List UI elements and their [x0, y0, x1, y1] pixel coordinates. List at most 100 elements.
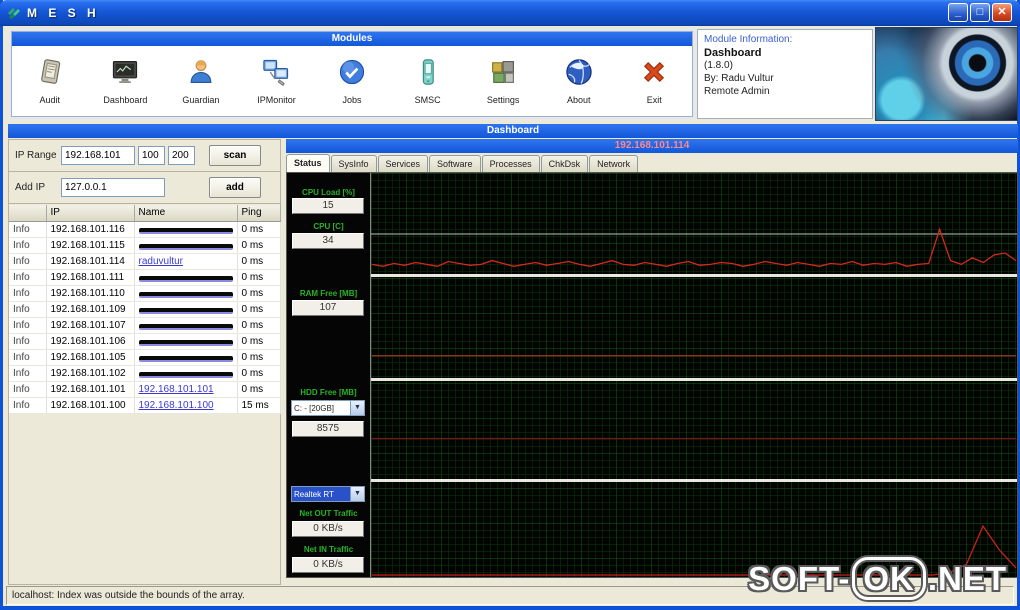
- chevron-down-icon[interactable]: ▼: [350, 487, 364, 501]
- module-info-header: Module Information:: [704, 34, 793, 45]
- module-item-label: IPMonitor: [257, 95, 296, 105]
- table-row: Info 192.168.101.107 0 ms: [9, 317, 281, 334]
- module-item-ipmonitor[interactable]: IPMonitor: [239, 46, 315, 116]
- module-item-settings[interactable]: Settings: [465, 46, 541, 116]
- scan-button[interactable]: scan: [209, 145, 261, 166]
- tab-chkdsk[interactable]: ChkDsk: [540, 155, 589, 173]
- module-item-jobs[interactable]: Jobs: [314, 46, 390, 116]
- table-row: Info 192.168.101.110 0 ms: [9, 285, 281, 302]
- range-from-input[interactable]: [138, 146, 165, 165]
- eye-artwork: [875, 27, 1018, 121]
- redacted-name: [138, 228, 233, 234]
- module-item-label: About: [566, 95, 591, 105]
- redacted-name: [138, 372, 233, 378]
- info-link[interactable]: Info: [13, 304, 30, 315]
- title-bar[interactable]: M E S H _ □ ✕: [0, 0, 1020, 26]
- host-ip: 192.168.101.111: [46, 269, 135, 286]
- host-ping: 0 ms: [237, 269, 281, 286]
- tab-network[interactable]: Network: [589, 155, 639, 173]
- module-item-guardian[interactable]: Guardian: [163, 46, 239, 116]
- tab-software[interactable]: Software: [429, 155, 481, 173]
- jobs-icon: [337, 57, 367, 92]
- ip-base-input[interactable]: [61, 146, 135, 165]
- module-info-name: Dashboard: [704, 47, 762, 59]
- redacted-name: [138, 244, 233, 250]
- info-link[interactable]: Info: [13, 256, 30, 267]
- host-ping: 0 ms: [237, 253, 281, 270]
- info-link[interactable]: Info: [13, 336, 30, 347]
- host-table: IP Name Ping Info 192.168.101.116 0 ms Info 19…: [9, 205, 281, 414]
- host-ping: 0 ms: [237, 221, 281, 238]
- add-button[interactable]: add: [209, 177, 261, 198]
- tab-sysinfo[interactable]: SysInfo: [330, 155, 377, 173]
- column-header-info[interactable]: [9, 205, 47, 222]
- tab-status[interactable]: Status: [286, 154, 330, 173]
- host-name-link[interactable]: raduvultur: [139, 256, 183, 267]
- drive-select[interactable]: C: - [20GB] ▼: [291, 400, 365, 416]
- range-to-input[interactable]: [168, 146, 195, 165]
- host-ip: 192.168.101.107: [46, 317, 135, 334]
- add-ip-group: Add IP add: [9, 172, 280, 204]
- host-ip: 192.168.101.102: [46, 365, 135, 382]
- info-link[interactable]: Info: [13, 352, 30, 363]
- host-ip: 192.168.101.106: [46, 333, 135, 350]
- dashboard-header-bar: Dashboard: [8, 124, 1018, 138]
- host-ip: 192.168.101.109: [46, 301, 135, 318]
- dashboard-tabs: Status SysInfo Services Software Processes Ch…: [286, 154, 1018, 173]
- info-link[interactable]: Info: [13, 320, 30, 331]
- host-ip: 192.168.101.101: [46, 381, 135, 398]
- hdd-free-label: HDD Free [MB]: [300, 388, 357, 397]
- info-link[interactable]: Info: [13, 288, 30, 299]
- cpu-load-value: 15: [292, 198, 364, 214]
- ipmonitor-icon: [261, 57, 291, 92]
- modules-panel: Modules Audit Dashboard Guardian IPMonitor J…: [11, 31, 693, 117]
- info-link[interactable]: Info: [13, 400, 30, 411]
- table-row: Info 192.168.101.105 0 ms: [9, 349, 281, 366]
- module-item-label: Guardian: [182, 95, 220, 105]
- module-item-exit[interactable]: Exit: [617, 46, 693, 116]
- info-link[interactable]: Info: [13, 368, 30, 379]
- module-item-label: Jobs: [342, 95, 362, 105]
- column-header-Name[interactable]: Name: [134, 205, 238, 222]
- adapter-select[interactable]: Realtek RT ▼: [291, 486, 365, 502]
- settings-icon: [488, 57, 518, 92]
- maximize-button[interactable]: □: [970, 3, 990, 22]
- column-header-Ping[interactable]: Ping: [237, 205, 281, 222]
- drive-select-value: C: - [20GB]: [294, 403, 335, 413]
- table-row: Info 192.168.101.102 0 ms: [9, 365, 281, 382]
- ram-free-label: RAM Free [MB]: [299, 289, 358, 298]
- module-item-dashboard[interactable]: Dashboard: [88, 46, 164, 116]
- host-ping: 0 ms: [237, 381, 281, 398]
- close-button[interactable]: ✕: [992, 3, 1012, 22]
- column-header-IP[interactable]: IP: [46, 205, 135, 222]
- net-in-value: 0 KB/s: [292, 557, 364, 573]
- table-row: Info 192.168.101.115 0 ms: [9, 237, 281, 254]
- host-ip: 192.168.101.110: [46, 285, 135, 302]
- minimize-button[interactable]: _: [948, 3, 968, 22]
- hdd-free-value: 8575: [292, 421, 364, 437]
- host-name-link[interactable]: 192.168.101.101: [139, 384, 214, 395]
- info-link[interactable]: Info: [13, 272, 30, 283]
- redacted-name: [138, 340, 233, 346]
- add-ip-input[interactable]: [61, 178, 165, 197]
- module-item-about[interactable]: About: [541, 46, 617, 116]
- exit-icon: [639, 57, 669, 92]
- table-row: Info 192.168.101.109 0 ms: [9, 301, 281, 318]
- module-item-smsc[interactable]: SMSC: [390, 46, 466, 116]
- info-link[interactable]: Info: [13, 224, 30, 235]
- module-item-audit[interactable]: Audit: [12, 46, 88, 116]
- chevron-down-icon[interactable]: ▼: [350, 401, 364, 415]
- info-link[interactable]: Info: [13, 240, 30, 251]
- info-link[interactable]: Info: [13, 384, 30, 395]
- app-icon: [6, 5, 22, 21]
- net-out-value: 0 KB/s: [292, 521, 364, 537]
- tab-services[interactable]: Services: [377, 155, 429, 173]
- redacted-name: [138, 276, 233, 282]
- host-ip: 192.168.101.115: [46, 237, 135, 254]
- host-ping: 0 ms: [237, 317, 281, 334]
- table-row: Info 192.168.101.114 raduvultur 0 ms: [9, 253, 281, 270]
- tab-processes[interactable]: Processes: [481, 155, 540, 173]
- monitor-charts: [371, 173, 1017, 577]
- guardian-icon: [186, 57, 216, 92]
- host-name-link[interactable]: 192.168.101.100: [139, 400, 214, 411]
